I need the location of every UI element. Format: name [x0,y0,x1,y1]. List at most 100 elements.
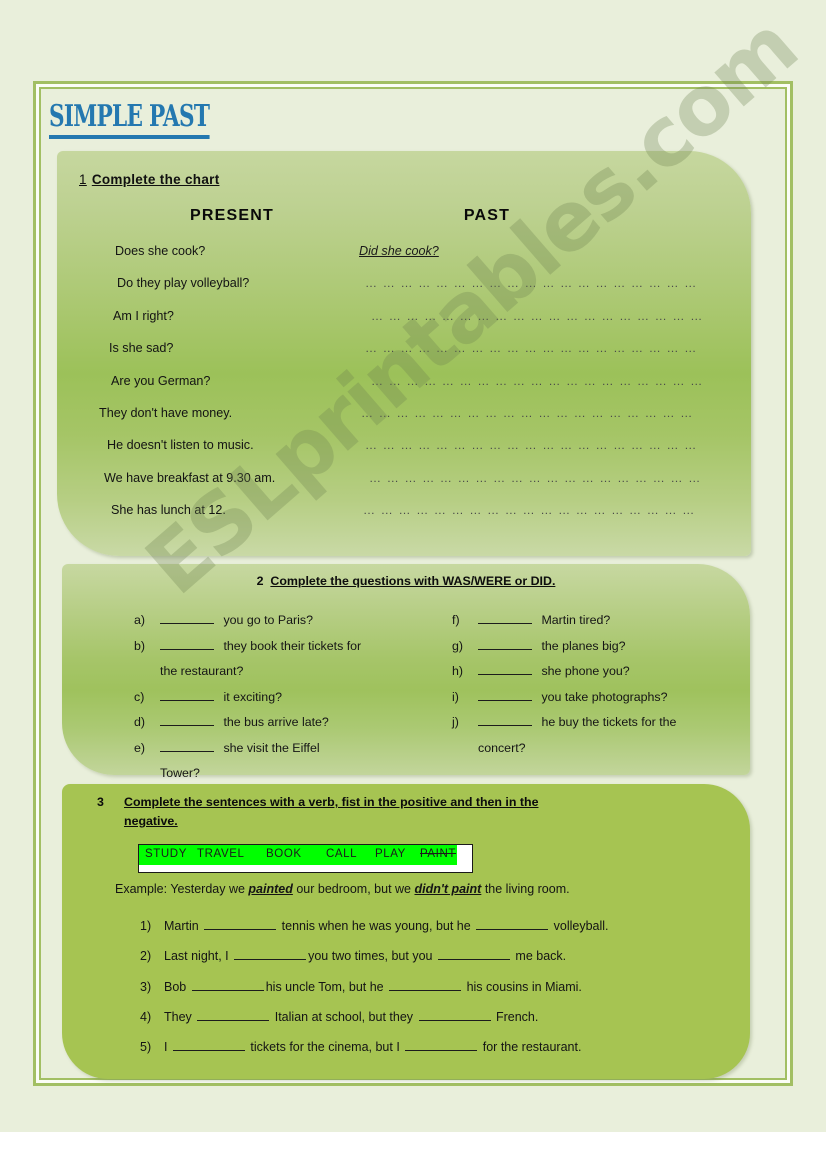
item-label: c) [134,689,145,704]
chart-cell-present: Is she sad? [109,341,174,356]
answer-blank-negative[interactable] [405,1039,478,1052]
answer-blank[interactable] [160,612,214,624]
chart-cell-past-blank[interactable]: … … … … … … … … … … … … … … … … … … … [371,309,711,323]
answer-blank-negative[interactable] [476,918,549,930]
sentence-part-3: his cousins in Miami. [463,979,582,994]
sentence-part-3: me back. [511,949,567,964]
chart-row: Is she sad? … … … … … … … … … … … … … … …… [57,341,751,373]
sentence-part-2: Italian at school, but they [271,1009,417,1024]
exercise-1-heading: 1 Complete the chart [79,172,219,187]
item-text: the planes big? [538,638,626,653]
item-text-continued: concert? [478,740,526,755]
chart-row: Are you German? … … … … … … … … … … … … …… [57,374,751,406]
example-prefix: Example: Yesterday we [115,882,249,896]
item-text-continued: the restaurant? [160,664,244,678]
item-text: the bus arrive late? [220,715,329,729]
answer-blank-negative[interactable] [389,979,462,991]
chart-cell-present: Am I right? [113,308,174,323]
exercise-2-heading-text: Complete the questions with WAS/WERE or … [270,574,556,588]
verb-word: TRAVEL [197,848,245,860]
sentence-part-1: Last night, I [164,949,233,964]
answer-blank[interactable] [160,638,214,650]
exercise-2-right-item[interactable]: f) Martin tired? [452,608,752,634]
worksheet-page: SIMPLE PAST 1 Complete the chart PRESENT … [0,0,826,1169]
item-text: he buy the tickets for the [538,715,677,729]
answer-blank-positive[interactable] [204,918,277,930]
exercise-2-right-item[interactable]: i) you take photographs? [452,685,752,711]
column-header-present: PRESENT [190,207,274,224]
chart-cell-past-blank[interactable]: … … … … … … … … … … … … … … … … … … … [371,374,711,388]
verb-word: PAINT [420,848,457,860]
answer-blank[interactable] [478,714,532,726]
sentence-part-3: French. [492,1009,539,1024]
exercise-2-left-item[interactable]: e) she visit the Eiffel [134,736,454,762]
sentence-part-2: tickets for the cinema, but I [246,1040,404,1055]
chart-cell-past-blank[interactable]: … … … … … … … … … … … … … … … … … … … [361,406,701,420]
exercise-3-number: 3 [97,795,104,809]
exercise-3-sentence[interactable]: 5) I tickets for the cinema, but I for th… [140,1032,750,1062]
exercise-2-left-column: a) you go to Paris? b) they book their ti… [134,608,454,787]
answer-blank[interactable] [160,740,214,752]
example-suffix: the living room. [481,882,570,896]
answer-blank-positive[interactable] [191,979,264,991]
answer-blank-negative[interactable] [437,948,510,961]
verb-word: STUDY [145,848,187,860]
sentence-part-1: Martin [164,919,203,933]
exercise-3-sentence[interactable]: 2) Last night, I you two times, but you m… [140,941,750,971]
item-text: she phone you? [538,664,630,678]
item-text: they book their tickets for [220,638,362,653]
item-text: it exciting? [220,689,282,704]
sentence-label: 3) [140,979,152,994]
exercise-3-sentence[interactable]: 3) Bob his uncle Tom, but he his cousins … [140,972,750,1002]
exercise-3-heading: 3 Complete the sentences with a verb, fi… [97,793,724,831]
sentence-part-1: They [164,1009,196,1024]
answer-blank[interactable] [160,689,214,701]
exercise-2-heading: 2 Complete the questions with WAS/WERE o… [62,574,750,588]
answer-blank[interactable] [478,612,532,624]
sentence-part-2: his uncle Tom, but he [265,979,388,994]
chart-cell-past-blank[interactable]: … … … … … … … … … … … … … … … … … … … [363,503,703,517]
answer-blank-positive[interactable] [234,948,307,961]
exercise-3-example: Example: Yesterday we painted our bedroo… [115,882,570,896]
exercise-2-right-item[interactable]: j) he buy the tickets for the [452,710,752,736]
answer-blank[interactable] [478,638,532,650]
exercise-3-sentences: 1) Martin tennis when he was young, but h… [140,911,750,1062]
item-text: she visit the Eiffel [220,740,320,755]
exercise-3-sentence[interactable]: 1) Martin tennis when he was young, but h… [140,911,750,941]
exercise-3-sentence[interactable]: 4) They Italian at school, but they Frenc… [140,1002,750,1032]
answer-blank[interactable] [478,689,532,701]
item-label: d) [134,715,146,729]
chart-cell-present: They don't have money. [99,405,233,420]
item-text: Martin tired? [538,613,611,627]
example-verb-negative: didn't paint [414,882,482,896]
answer-blank-positive[interactable] [172,1039,245,1052]
exercise-2-left-item[interactable]: d) the bus arrive late? [134,710,454,736]
answer-blank[interactable] [160,714,214,726]
sentence-label: 1) [140,919,152,933]
sentence-part-3: volleyball. [550,919,609,933]
exercise-2-left-item[interactable]: a) you go to Paris? [134,608,454,634]
chart-row: Am I right? … … … … … … … … … … … … … … …… [57,309,751,341]
item-label: a) [134,613,146,627]
item-label: i) [452,689,459,704]
exercise-1-panel: 1 Complete the chart PRESENT PAST Does sh… [57,151,751,556]
sentence-label: 5) [140,1040,152,1055]
exercise-2-left-item[interactable]: b) they book their tickets for [134,634,454,660]
item-label: h) [452,664,464,678]
chart-rows: Does she cook? Did she cook? Do they play … [57,244,751,536]
exercise-3-heading-line1: Complete the sentences with a verb, fist… [124,795,539,809]
chart-row: They don't have money. … … … … … … … … … … [57,406,751,438]
exercise-2-left-item[interactable]: c) it exciting? [134,685,454,711]
chart-cell-past-blank[interactable]: … … … … … … … … … … … … … … … … … … … [365,438,705,452]
answer-blank-positive[interactable] [197,1009,270,1021]
chart-row: He doesn't listen to music. … … … … … … …… [57,438,751,470]
chart-cell-past-answer[interactable]: Did she cook? [359,244,699,258]
chart-cell-past-blank[interactable]: … … … … … … … … … … … … … … … … … … … [365,341,705,355]
exercise-2-right-item[interactable]: h) she phone you? [452,659,752,685]
chart-cell-past-blank[interactable]: … … … … … … … … … … … … … … … … … … … [369,471,709,485]
chart-cell-past-blank[interactable]: … … … … … … … … … … … … … … … … … … … [365,276,705,290]
answer-blank-negative[interactable] [418,1009,491,1021]
exercise-2-number: 2 [256,574,264,588]
exercise-2-right-item[interactable]: g) the planes big? [452,634,752,660]
answer-blank[interactable] [478,663,532,675]
